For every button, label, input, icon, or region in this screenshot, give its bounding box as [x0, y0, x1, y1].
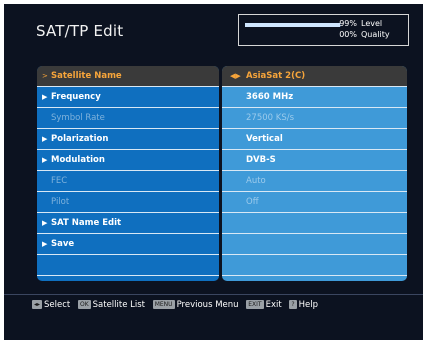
menu-row-value: AsiaSat 2(C): [246, 71, 306, 81]
value-save: [222, 234, 407, 255]
arrow-right-icon: ▶: [42, 219, 48, 227]
ok-key-icon: OK: [77, 300, 91, 309]
level-value: 99%: [339, 19, 357, 28]
value-sat-name-edit: [222, 213, 407, 234]
menu-row-value: Auto: [246, 176, 266, 186]
signal-indicator: 99% Level 00% Quality: [238, 14, 409, 46]
settings-label-panel: > Satellite Name ▶ Frequency Symbol Rate…: [37, 66, 219, 281]
value-fec: Auto: [222, 171, 407, 192]
arrow-right-icon: ▶: [42, 135, 48, 143]
menu-row-label: Modulation: [51, 155, 105, 165]
settings-value-panel: ◀▶ AsiaSat 2(C) 3660 MHz 27500 KS/s Vert…: [222, 66, 407, 281]
footer-ok-label: Satellite List: [92, 300, 146, 310]
menu-row-value: 3660 MHz: [246, 92, 294, 102]
menu-row-label: FEC: [51, 176, 68, 186]
footer-select-label: Select: [44, 300, 71, 310]
menu-row-label: Pilot: [51, 197, 70, 207]
footer-ok[interactable]: OK Satellite List: [77, 300, 146, 310]
arrow-right-icon: ▶: [42, 240, 48, 248]
tv-screen: SAT/TP Edit 99% Level 00% Quality > Sate…: [4, 4, 423, 340]
menu-row-label: Polarization: [51, 134, 109, 144]
menu-row-value: 27500 KS/s: [246, 113, 295, 123]
menu-row-satellite-name[interactable]: > Satellite Name: [37, 66, 219, 87]
footer-menu[interactable]: MENU Previous Menu: [152, 300, 239, 310]
exit-key-icon: EXIT: [246, 300, 264, 309]
value-satellite-name[interactable]: ◀▶ AsiaSat 2(C): [222, 66, 407, 87]
value-frequency[interactable]: 3660 MHz: [222, 87, 407, 108]
menu-row-frequency[interactable]: ▶ Frequency: [37, 87, 219, 108]
menu-row-value: Vertical: [246, 134, 283, 144]
menu-row-pilot: Pilot: [37, 192, 219, 213]
footer-help-bar: ◂▸ Select OK Satellite List MENU Previous M…: [32, 300, 323, 314]
menu-row-empty: [37, 255, 219, 276]
help-key-icon: ?: [289, 300, 297, 309]
footer-select[interactable]: ◂▸ Select: [32, 300, 70, 310]
footer-help-label: Help: [298, 300, 318, 310]
menu-row-save[interactable]: ▶ Save: [37, 234, 219, 255]
quality-value: 00%: [339, 30, 357, 39]
menu-row-label: Save: [51, 239, 75, 249]
selected-arrow-icon: >: [42, 72, 48, 80]
value-modulation[interactable]: DVB-S: [222, 150, 407, 171]
footer-exit[interactable]: EXIT Exit: [246, 300, 282, 310]
footer-divider: [4, 294, 423, 295]
left-right-select-icon: ◀▶: [230, 72, 241, 80]
arrow-right-icon: ▶: [42, 93, 48, 101]
quality-label: Quality: [361, 30, 390, 39]
menu-row-value: Off: [246, 197, 259, 207]
menu-row-label: Symbol Rate: [51, 113, 105, 123]
footer-help[interactable]: ? Help: [289, 300, 318, 310]
menu-row-label: Frequency: [51, 92, 101, 102]
arrow-right-icon: ▶: [42, 156, 48, 164]
value-polarization[interactable]: Vertical: [222, 129, 407, 150]
value-pilot: Off: [222, 192, 407, 213]
footer-exit-label: Exit: [265, 300, 282, 310]
menu-row-polarization[interactable]: ▶ Polarization: [37, 129, 219, 150]
value-empty: [222, 255, 407, 276]
menu-row-symbol-rate: Symbol Rate: [37, 108, 219, 129]
level-meter-fill: [245, 23, 341, 27]
footer-menu-label: Previous Menu: [176, 300, 239, 310]
menu-row-label: Satellite Name: [51, 71, 122, 81]
menu-row-value: DVB-S: [246, 155, 276, 165]
value-symbol-rate: 27500 KS/s: [222, 108, 407, 129]
menu-row-label: SAT Name Edit: [51, 218, 122, 228]
level-label: Level: [361, 19, 383, 28]
page-title: SAT/TP Edit: [36, 22, 124, 40]
level-meter: [245, 23, 341, 27]
menu-row-sat-name-edit[interactable]: ▶ SAT Name Edit: [37, 213, 219, 234]
left-right-key-icon: ◂▸: [32, 300, 43, 309]
menu-row-fec: FEC: [37, 171, 219, 192]
menu-row-modulation[interactable]: ▶ Modulation: [37, 150, 219, 171]
menu-key-icon: MENU: [152, 300, 175, 309]
